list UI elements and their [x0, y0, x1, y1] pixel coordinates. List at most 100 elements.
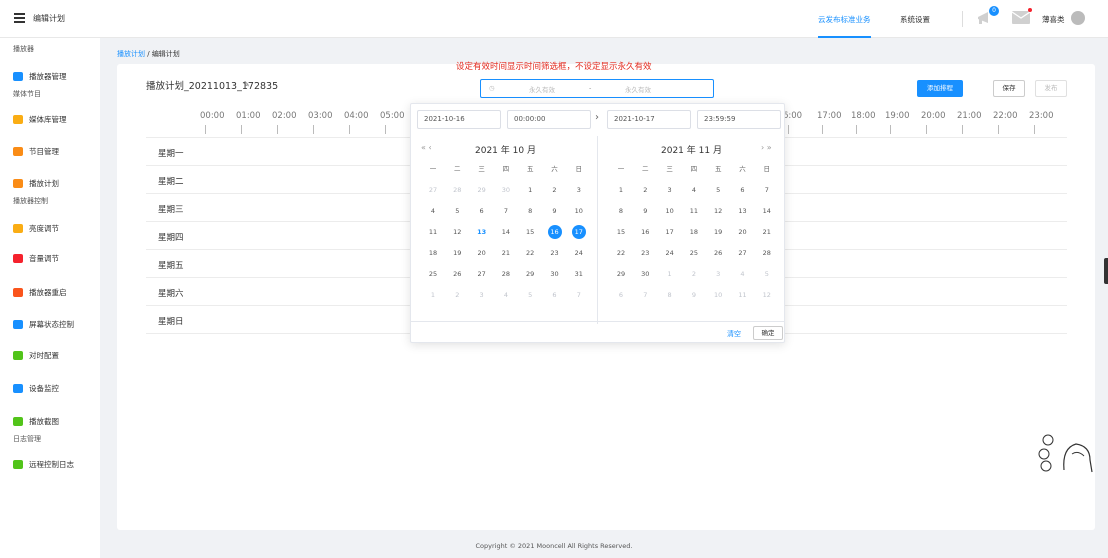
sidebar-item[interactable]: 音量调节 — [13, 253, 59, 264]
sidebar-item[interactable]: 节目管理 — [13, 146, 59, 157]
calendar-day[interactable]: 28 — [447, 183, 467, 197]
calendar-day[interactable]: 2 — [447, 288, 467, 302]
calendar-day[interactable]: 27 — [423, 183, 443, 197]
picker-end-time[interactable]: 23:59:59 — [697, 110, 781, 129]
publish-button[interactable]: 发布 — [1035, 80, 1067, 97]
calendar-day[interactable]: 27 — [733, 246, 753, 260]
calendar-day[interactable]: 8 — [611, 204, 631, 218]
picker-end-date[interactable]: 2021-10-17 — [607, 110, 691, 129]
sidebar-item[interactable]: 播放器管理 — [13, 71, 67, 82]
calendar-day[interactable]: 10 — [660, 204, 680, 218]
calendar-day[interactable]: 12 — [447, 225, 467, 239]
calendar-day[interactable]: 4 — [423, 204, 443, 218]
calendar-day[interactable]: 3 — [708, 267, 728, 281]
confirm-button[interactable]: 确定 — [753, 326, 783, 340]
calendar-day[interactable]: 29 — [472, 183, 492, 197]
calendar-day[interactable]: 2 — [684, 267, 704, 281]
sidebar-item[interactable]: 播放计划 — [13, 178, 59, 189]
calendar-day[interactable]: 17 — [660, 225, 680, 239]
add-schedule-button[interactable]: 添加排程 — [917, 80, 963, 97]
breadcrumb-parent[interactable]: 播放计划 — [117, 50, 145, 58]
calendar-day[interactable]: 6 — [611, 288, 631, 302]
calendar-day[interactable]: 28 — [496, 267, 516, 281]
calendar-day[interactable]: 5 — [757, 267, 777, 281]
calendar-day[interactable]: 13 — [472, 225, 492, 239]
nav-cloud-publish[interactable]: 云发布标准业务 — [818, 14, 871, 38]
calendar-day[interactable]: 17 — [569, 225, 589, 239]
mail-icon[interactable] — [1012, 11, 1030, 24]
calendar-day[interactable]: 8 — [520, 204, 540, 218]
calendar-day[interactable]: 22 — [520, 246, 540, 260]
avatar[interactable] — [1071, 11, 1085, 25]
calendar-day[interactable]: 31 — [569, 267, 589, 281]
calendar-day[interactable]: 10 — [708, 288, 728, 302]
calendar-day[interactable]: 11 — [733, 288, 753, 302]
sidebar-item[interactable]: 播放器重启 — [13, 287, 67, 298]
calendar-day[interactable]: 22 — [611, 246, 631, 260]
calendar-day[interactable]: 5 — [520, 288, 540, 302]
calendar-day[interactable]: 23 — [545, 246, 565, 260]
calendar-day[interactable]: 15 — [520, 225, 540, 239]
calendar-day[interactable]: 21 — [496, 246, 516, 260]
calendar-day[interactable]: 25 — [423, 267, 443, 281]
calendar-day[interactable]: 4 — [684, 183, 704, 197]
sidebar-item[interactable]: 播放截图 — [13, 416, 59, 427]
calendar-day[interactable]: 2 — [545, 183, 565, 197]
save-button[interactable]: 保存 — [993, 80, 1025, 97]
picker-start-time[interactable]: 00:00:00 — [507, 110, 591, 129]
calendar-day[interactable]: 30 — [545, 267, 565, 281]
calendar-day[interactable]: 6 — [472, 204, 492, 218]
username[interactable]: 薄喜类 — [1042, 14, 1065, 25]
calendar-day[interactable]: 21 — [757, 225, 777, 239]
calendar-day[interactable]: 15 — [611, 225, 631, 239]
menu-toggle-icon[interactable] — [14, 13, 25, 23]
calendar-day[interactable]: 26 — [447, 267, 467, 281]
calendar-day[interactable]: 20 — [733, 225, 753, 239]
calendar-day[interactable]: 1 — [520, 183, 540, 197]
calendar-day[interactable]: 1 — [423, 288, 443, 302]
calendar-day[interactable]: 5 — [447, 204, 467, 218]
calendar-day[interactable]: 19 — [447, 246, 467, 260]
calendar-day[interactable]: 29 — [611, 267, 631, 281]
calendar-day[interactable]: 23 — [635, 246, 655, 260]
date-range-input[interactable]: ◷ 永久有效 - 永久有效 — [480, 79, 714, 98]
calendar-day[interactable]: 1 — [611, 183, 631, 197]
prev-year-month-button[interactable]: « ‹ — [421, 143, 432, 152]
sidebar-item[interactable]: 亮度调节 — [13, 223, 59, 234]
sidebar-item[interactable]: 远程控制日志 — [13, 459, 74, 470]
calendar-day[interactable]: 3 — [660, 183, 680, 197]
range-start[interactable]: 永久有效 — [529, 84, 555, 94]
side-handle[interactable] — [1104, 258, 1108, 284]
calendar-day[interactable]: 12 — [708, 204, 728, 218]
calendar-day[interactable]: 19 — [708, 225, 728, 239]
range-end[interactable]: 永久有效 — [625, 84, 651, 94]
calendar-day[interactable]: 18 — [423, 246, 443, 260]
calendar-day[interactable]: 2 — [635, 183, 655, 197]
calendar-day[interactable]: 4 — [496, 288, 516, 302]
calendar-day[interactable]: 12 — [757, 288, 777, 302]
calendar-day[interactable]: 11 — [423, 225, 443, 239]
calendar-day[interactable]: 8 — [660, 288, 680, 302]
calendar-day[interactable]: 9 — [545, 204, 565, 218]
calendar-day[interactable]: 27 — [472, 267, 492, 281]
calendar-day[interactable]: 25 — [684, 246, 704, 260]
calendar-day[interactable]: 13 — [733, 204, 753, 218]
sidebar-item[interactable]: 对时配置 — [13, 350, 59, 361]
calendar-day[interactable]: 16 — [545, 225, 565, 239]
calendar-day[interactable]: 30 — [496, 183, 516, 197]
calendar-day[interactable]: 4 — [733, 267, 753, 281]
clear-button[interactable]: 清空 — [727, 329, 741, 339]
calendar-day[interactable]: 20 — [472, 246, 492, 260]
calendar-day[interactable]: 7 — [757, 183, 777, 197]
calendar-day[interactable]: 30 — [635, 267, 655, 281]
calendar-day[interactable]: 16 — [635, 225, 655, 239]
edit-icon[interactable]: ✎ — [243, 80, 250, 89]
calendar-day[interactable]: 18 — [684, 225, 704, 239]
calendar-day[interactable]: 6 — [545, 288, 565, 302]
calendar-day[interactable]: 5 — [708, 183, 728, 197]
calendar-day[interactable]: 14 — [757, 204, 777, 218]
calendar-day[interactable]: 3 — [569, 183, 589, 197]
calendar-day[interactable]: 24 — [569, 246, 589, 260]
sidebar-item[interactable]: 设备监控 — [13, 383, 59, 394]
calendar-day[interactable]: 10 — [569, 204, 589, 218]
